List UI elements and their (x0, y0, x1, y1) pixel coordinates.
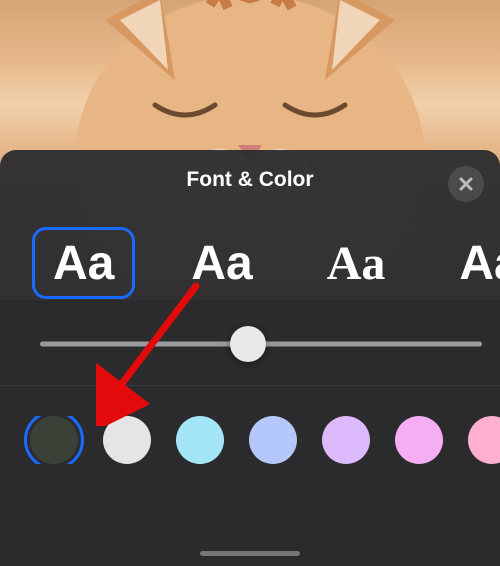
font-option-1[interactable]: Aa (173, 227, 270, 299)
color-swatch-2[interactable] (176, 416, 224, 464)
color-swatch-5[interactable] (395, 416, 443, 464)
color-swatch-0[interactable] (30, 416, 78, 464)
close-button[interactable] (448, 166, 484, 202)
font-option-3[interactable]: Aa (441, 227, 500, 299)
home-indicator[interactable] (200, 551, 300, 556)
divider (0, 385, 500, 386)
sheet-header: Font & Color (0, 168, 500, 192)
font-option-2[interactable]: Aa (309, 227, 404, 299)
color-picker-row (0, 416, 500, 464)
font-option-0[interactable]: Aa (32, 227, 135, 299)
font-color-sheet: Font & Color Aa Aa Aa Aa (0, 150, 500, 566)
font-picker-row: Aa Aa Aa Aa (0, 227, 500, 299)
weight-slider[interactable] (0, 329, 500, 359)
close-icon (458, 176, 474, 192)
sheet-title: Font & Color (186, 168, 313, 191)
color-swatch-3[interactable] (249, 416, 297, 464)
color-swatch-1[interactable] (103, 416, 151, 464)
slider-thumb[interactable] (230, 326, 266, 362)
color-swatch-4[interactable] (322, 416, 370, 464)
color-swatch-6[interactable] (468, 416, 500, 464)
